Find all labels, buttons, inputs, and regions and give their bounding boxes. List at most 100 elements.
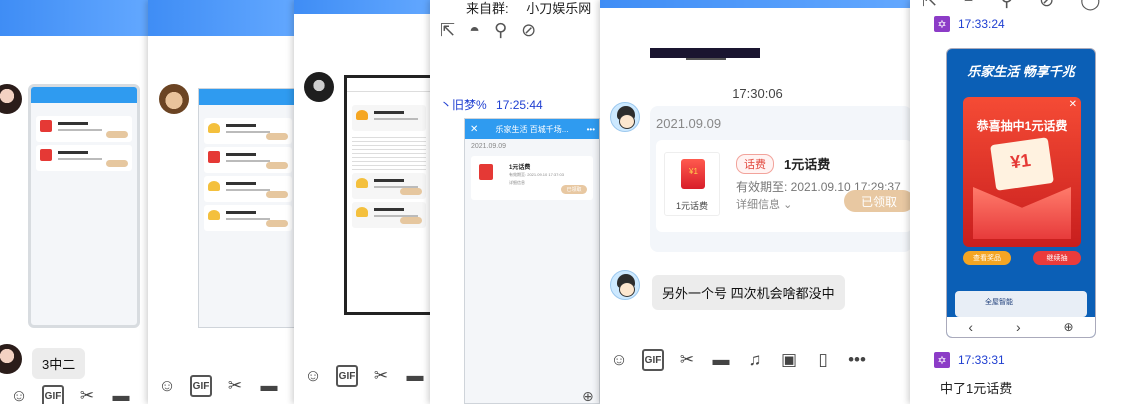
voucher-card: 1元话费 有效期至: 2021.09.10 17:37:03 详细信息 已领取 <box>471 156 593 200</box>
voucher-image: ¥1 1元话费 <box>664 152 720 216</box>
add-user-icon[interactable]: ⚲ <box>494 20 507 41</box>
window-header <box>600 0 915 8</box>
music-icon[interactable]: ♫ <box>744 349 766 371</box>
share-icon[interactable]: ⇱ <box>922 0 937 11</box>
phone-title-bar <box>31 87 137 103</box>
block-user-icon[interactable]: ⊘ <box>521 20 536 41</box>
promo-header: 乐家生活 畅享千兆 <box>967 64 1075 79</box>
close-icon: ✕ <box>1068 99 1077 110</box>
mini-card <box>36 145 132 171</box>
screenshot-image[interactable]: ✕ 乐家生活 百城千场... ••• 2021.09.09 1元话费 有效期至:… <box>464 118 600 404</box>
emoji-icon[interactable]: ☺ <box>608 349 630 371</box>
prize-ticket: ¥1 <box>990 137 1054 191</box>
phone-title-bar <box>347 78 431 92</box>
mini-card <box>352 202 426 228</box>
redacted-line <box>686 58 726 60</box>
phone-date <box>347 92 431 102</box>
more-icon[interactable]: ••• <box>846 349 868 371</box>
screenshot-image[interactable]: 乐家生活 畅享千兆 ✕ 恭喜抽中1元话费 ¥1 查看奖品 继续抽 全屋智能 ‹ … <box>946 48 1096 338</box>
star-icon: ✡ <box>934 352 950 368</box>
claimed-button: 已领取 <box>561 185 587 194</box>
chat-window-5: 17:30:06 2021.09.09 ¥1 1元话费 话费 1元话费 有效期至… <box>600 0 915 404</box>
group-source-label: 来自群: <box>466 1 509 16</box>
chat-header-tools: ⇱ ◓ ⚲ ⊘ <box>440 20 536 41</box>
feature-label: 全屋智能 <box>985 299 1013 306</box>
folder-icon[interactable]: ▬ <box>404 365 426 387</box>
mini-card <box>204 205 292 231</box>
avatar <box>610 270 640 300</box>
emoji-icon[interactable]: ☺ <box>156 375 178 397</box>
window-header <box>148 0 298 36</box>
folder-icon[interactable]: ▬ <box>710 349 732 371</box>
message-time: 17:30:06 <box>732 86 783 101</box>
voucher-card[interactable]: 2021.09.09 ¥1 1元话费 话费 1元话费 有效期至: 2021.09… <box>650 106 914 252</box>
chat-window-6: ⇱ ◓ ⚲ ⊘ ◯ ✡ 17:33:24 乐家生活 畅享千兆 ✕ 恭喜抽中1元话… <box>910 0 1133 404</box>
scissors-icon[interactable]: ✂ <box>676 349 698 371</box>
avatar <box>0 84 22 114</box>
sender-line: 丶旧梦% 17:25:44 <box>440 96 543 113</box>
chat-window-1: 3中二 ☺ GIF ✂ ▬ <box>0 0 150 404</box>
chat-icon[interactable]: ◓ <box>469 20 480 41</box>
avatar <box>304 72 334 102</box>
screenshot-image[interactable] <box>344 75 434 315</box>
more-icon: ••• <box>586 124 595 134</box>
chat-window-3: ☺ GIF ✂ ▬ <box>294 0 434 404</box>
chat-toolbar: ☺ GIF ✂ ▬ <box>148 372 298 400</box>
view-prize-button: 查看奖品 <box>963 251 1011 265</box>
folder-icon[interactable]: ▬ <box>258 375 280 397</box>
chat-bubble: 3中二 <box>32 348 86 379</box>
phone-title: 乐家生活 百城千场... <box>495 124 569 134</box>
voucher-details-link[interactable]: 详细信息 ⌄ <box>736 196 792 212</box>
avatar <box>610 102 640 132</box>
zoom-icon[interactable]: ⊕ <box>1063 320 1073 334</box>
block-user-icon[interactable]: ⊘ <box>1039 0 1054 11</box>
prev-arrow[interactable]: ‹ <box>968 319 973 335</box>
text-block <box>352 134 426 170</box>
chat-bubble: 另外一个号 四次机会啥都没中 <box>652 275 845 310</box>
gif-icon[interactable]: GIF <box>642 349 664 371</box>
mini-card <box>36 116 132 142</box>
image-icon[interactable]: ▣ <box>778 349 800 371</box>
mini-card <box>352 173 426 199</box>
red-envelope-icon <box>479 164 493 180</box>
star-icon: ✡ <box>934 16 950 32</box>
chat-header-tools: ⇱ ◓ ⚲ ⊘ ◯ <box>922 0 1100 11</box>
gif-icon[interactable]: GIF <box>336 365 358 387</box>
screenshot-image[interactable] <box>28 84 140 328</box>
voucher-image-label: 1元话费 <box>675 201 708 211</box>
phone-date <box>199 105 297 115</box>
emoji-icon[interactable]: ☺ <box>302 365 324 387</box>
mini-card <box>352 105 426 131</box>
scissors-icon[interactable]: ✂ <box>76 385 98 404</box>
sender-time: 17:33:31 <box>958 353 1005 367</box>
phone-title-bar <box>199 89 297 105</box>
voucher-body: ¥1 1元话费 话费 1元话费 有效期至: 2021.09.10 17:29:3… <box>656 140 914 232</box>
message-icon[interactable]: ◯ <box>1080 0 1100 11</box>
image-nav: ‹ › ⊕ <box>947 317 1095 337</box>
scissors-icon[interactable]: ✂ <box>224 375 246 397</box>
share-icon[interactable]: ⇱ <box>440 20 455 41</box>
voucher-title: 1元话费 <box>784 157 831 172</box>
folder-icon[interactable]: ▬ <box>110 385 132 404</box>
zoom-icon[interactable]: ⊕ <box>582 388 594 404</box>
add-user-icon[interactable]: ⚲ <box>1000 0 1013 11</box>
gif-icon[interactable]: GIF <box>42 385 64 404</box>
emoji-icon[interactable]: ☺ <box>8 385 30 404</box>
voucher-title: 1元话费 <box>509 165 531 171</box>
window-header <box>0 0 150 36</box>
sender-time: 17:33:24 <box>958 17 1005 31</box>
gif-icon[interactable]: GIF <box>190 375 212 397</box>
red-envelope-icon <box>973 187 1071 239</box>
chat-icon[interactable]: ◓ <box>963 0 974 11</box>
screenshot-image[interactable] <box>198 88 298 328</box>
group-source-line: 来自群: 小刀娱乐网 <box>466 0 591 17</box>
prize-amount: ¥1 <box>1009 149 1032 173</box>
next-arrow[interactable]: › <box>1016 319 1021 335</box>
chat-window-2: ☺ GIF ✂ ▬ <box>148 0 298 404</box>
scissors-icon[interactable]: ✂ <box>370 365 392 387</box>
window-header <box>294 0 434 14</box>
details-label: 详细信息 <box>736 199 780 211</box>
shake-icon[interactable]: ▯ <box>812 349 834 371</box>
screenshot-stage: 3中二 ☺ GIF ✂ ▬ ☺ GIF ✂ ▬ ☺ GIF ✂ ▬ 来自群: 小… <box>0 0 1133 404</box>
claimed-button[interactable]: 已领取 <box>844 190 914 212</box>
